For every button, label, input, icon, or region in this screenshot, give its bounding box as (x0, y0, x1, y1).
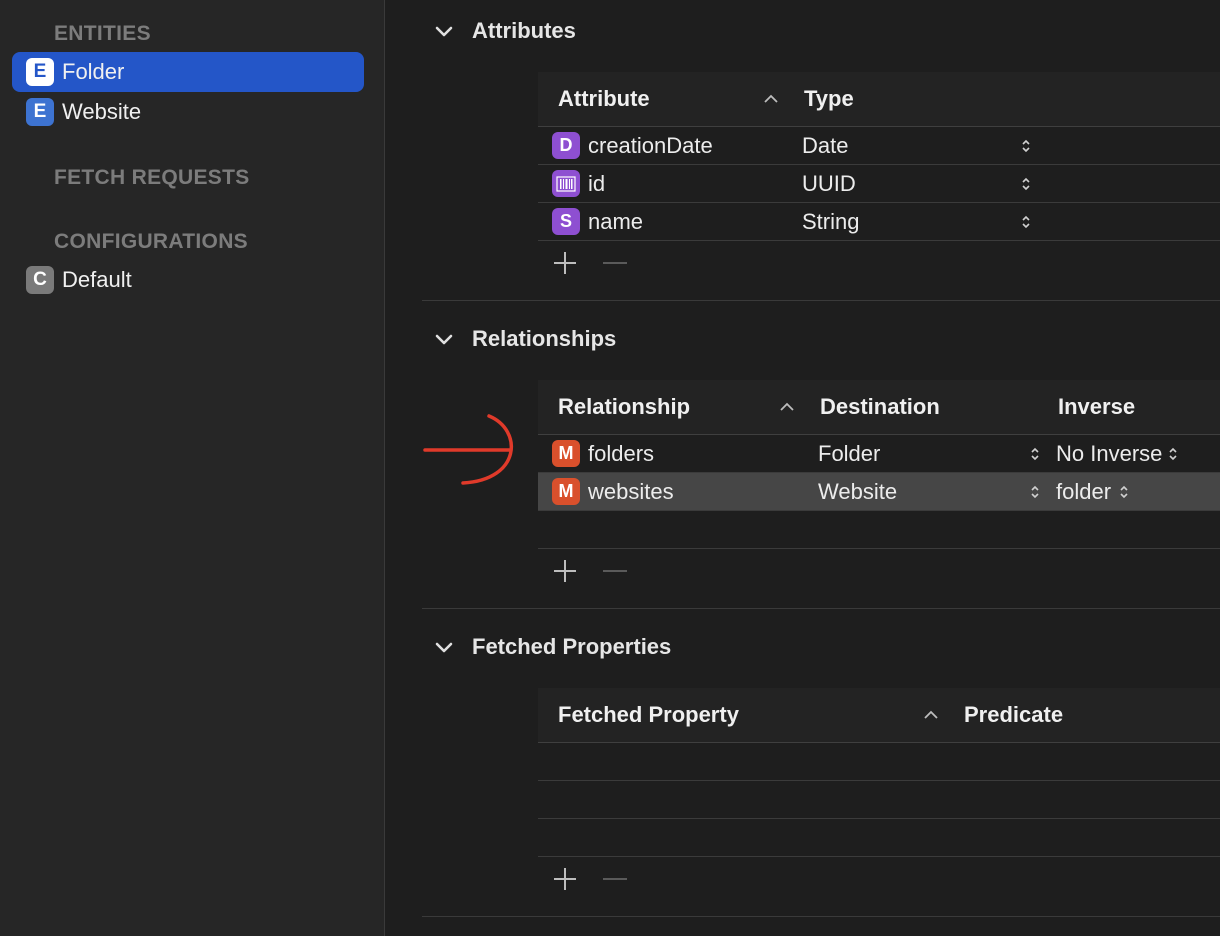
relationship-name[interactable]: folders (588, 441, 654, 467)
sidebar-item-label: Website (62, 99, 142, 124)
attribute-name[interactable]: name (588, 209, 643, 235)
table-row (538, 743, 1220, 781)
uuid-barcode-icon (552, 170, 580, 197)
minus-icon[interactable] (602, 866, 628, 892)
chevron-down-icon[interactable] (435, 334, 453, 346)
attributes-table: Attribute Type D creationDate Date id UU… (538, 72, 1220, 241)
relationships-add-remove (552, 558, 628, 584)
table-row[interactable]: S name String (538, 203, 1220, 241)
relationship-inverse[interactable]: folder (1056, 479, 1111, 505)
popup-stepper-icon[interactable] (1119, 484, 1129, 500)
fetched-properties-table: Fetched Property Predicate (538, 688, 1220, 857)
entity-icon: E (26, 98, 54, 126)
popup-stepper-icon[interactable] (1021, 138, 1031, 154)
sidebar: ENTITIES E Folder E Website FETCH REQUES… (0, 0, 385, 936)
popup-stepper-icon[interactable] (1030, 484, 1040, 500)
popup-stepper-icon[interactable] (1021, 176, 1031, 192)
sort-ascending-icon (924, 710, 938, 719)
fetch-requests-header: FETCH REQUESTS (54, 166, 250, 189)
relationship-destination[interactable]: Folder (818, 435, 880, 472)
sidebar-item-default[interactable]: C Default (12, 260, 364, 300)
relationship-inverse[interactable]: No Inverse (1056, 441, 1162, 467)
relationship-destination[interactable]: Website (818, 473, 897, 510)
table-header: Attribute Type (538, 72, 1220, 127)
table-header: Fetched Property Predicate (538, 688, 1220, 743)
sort-ascending-icon (764, 94, 778, 103)
chevron-down-icon[interactable] (435, 26, 453, 38)
string-attribute-icon: S (552, 208, 580, 235)
attribute-name[interactable]: creationDate (588, 133, 713, 159)
attributes-section-title: Attributes (472, 18, 576, 43)
popup-stepper-icon[interactable] (1021, 214, 1031, 230)
column-header-fetched-property[interactable]: Fetched Property (558, 688, 739, 742)
relationship-name[interactable]: websites (588, 479, 674, 505)
table-header: Relationship Destination Inverse (538, 380, 1220, 435)
main-editor: Attributes Attribute Type D creationDate… (385, 0, 1220, 936)
attributes-add-remove (552, 250, 628, 276)
table-row (538, 511, 1220, 549)
attribute-type[interactable]: UUID (802, 165, 856, 202)
attribute-type[interactable]: String (802, 203, 859, 240)
plus-icon[interactable] (552, 558, 578, 584)
column-header-type[interactable]: Type (804, 72, 854, 126)
column-header-relationship[interactable]: Relationship (558, 380, 690, 434)
sidebar-item-label: Folder (62, 59, 125, 84)
fetched-properties-section-title: Fetched Properties (472, 634, 672, 659)
attribute-name[interactable]: id (588, 171, 605, 197)
sidebar-item-website[interactable]: E Website (12, 92, 364, 132)
popup-stepper-icon[interactable] (1168, 446, 1178, 462)
table-row (538, 781, 1220, 819)
table-row[interactable]: D creationDate Date (538, 127, 1220, 165)
section-divider (422, 608, 1220, 609)
column-header-attribute[interactable]: Attribute (558, 72, 650, 126)
configuration-icon: C (26, 266, 54, 294)
annotation-arrow-icon (423, 414, 513, 485)
sidebar-item-folder[interactable]: E Folder (12, 52, 364, 92)
minus-icon[interactable] (602, 250, 628, 276)
to-many-relationship-icon: M (552, 440, 580, 467)
date-attribute-icon: D (552, 132, 580, 159)
entities-header: ENTITIES (54, 22, 151, 45)
section-divider (422, 916, 1220, 917)
sort-ascending-icon (780, 402, 794, 411)
plus-icon[interactable] (552, 866, 578, 892)
configurations-header: CONFIGURATIONS (54, 230, 248, 253)
column-header-predicate[interactable]: Predicate (964, 688, 1063, 742)
to-many-relationship-icon: M (552, 478, 580, 505)
column-header-inverse[interactable]: Inverse (1058, 380, 1135, 434)
relationships-section-title: Relationships (472, 326, 617, 351)
table-row[interactable]: id UUID (538, 165, 1220, 203)
fetched-properties-add-remove (552, 866, 628, 892)
relationships-table: Relationship Destination Inverse M folde… (538, 380, 1220, 549)
attribute-type[interactable]: Date (802, 127, 848, 164)
sidebar-item-label: Default (62, 267, 132, 292)
section-divider (422, 300, 1220, 301)
plus-icon[interactable] (552, 250, 578, 276)
popup-stepper-icon[interactable] (1030, 446, 1040, 462)
chevron-down-icon[interactable] (435, 642, 453, 654)
table-row[interactable]: M websites Website folder (538, 473, 1220, 511)
column-header-destination[interactable]: Destination (820, 380, 940, 434)
table-row[interactable]: M folders Folder No Inverse (538, 435, 1220, 473)
entity-icon: E (26, 58, 54, 86)
table-row (538, 819, 1220, 857)
minus-icon[interactable] (602, 558, 628, 584)
